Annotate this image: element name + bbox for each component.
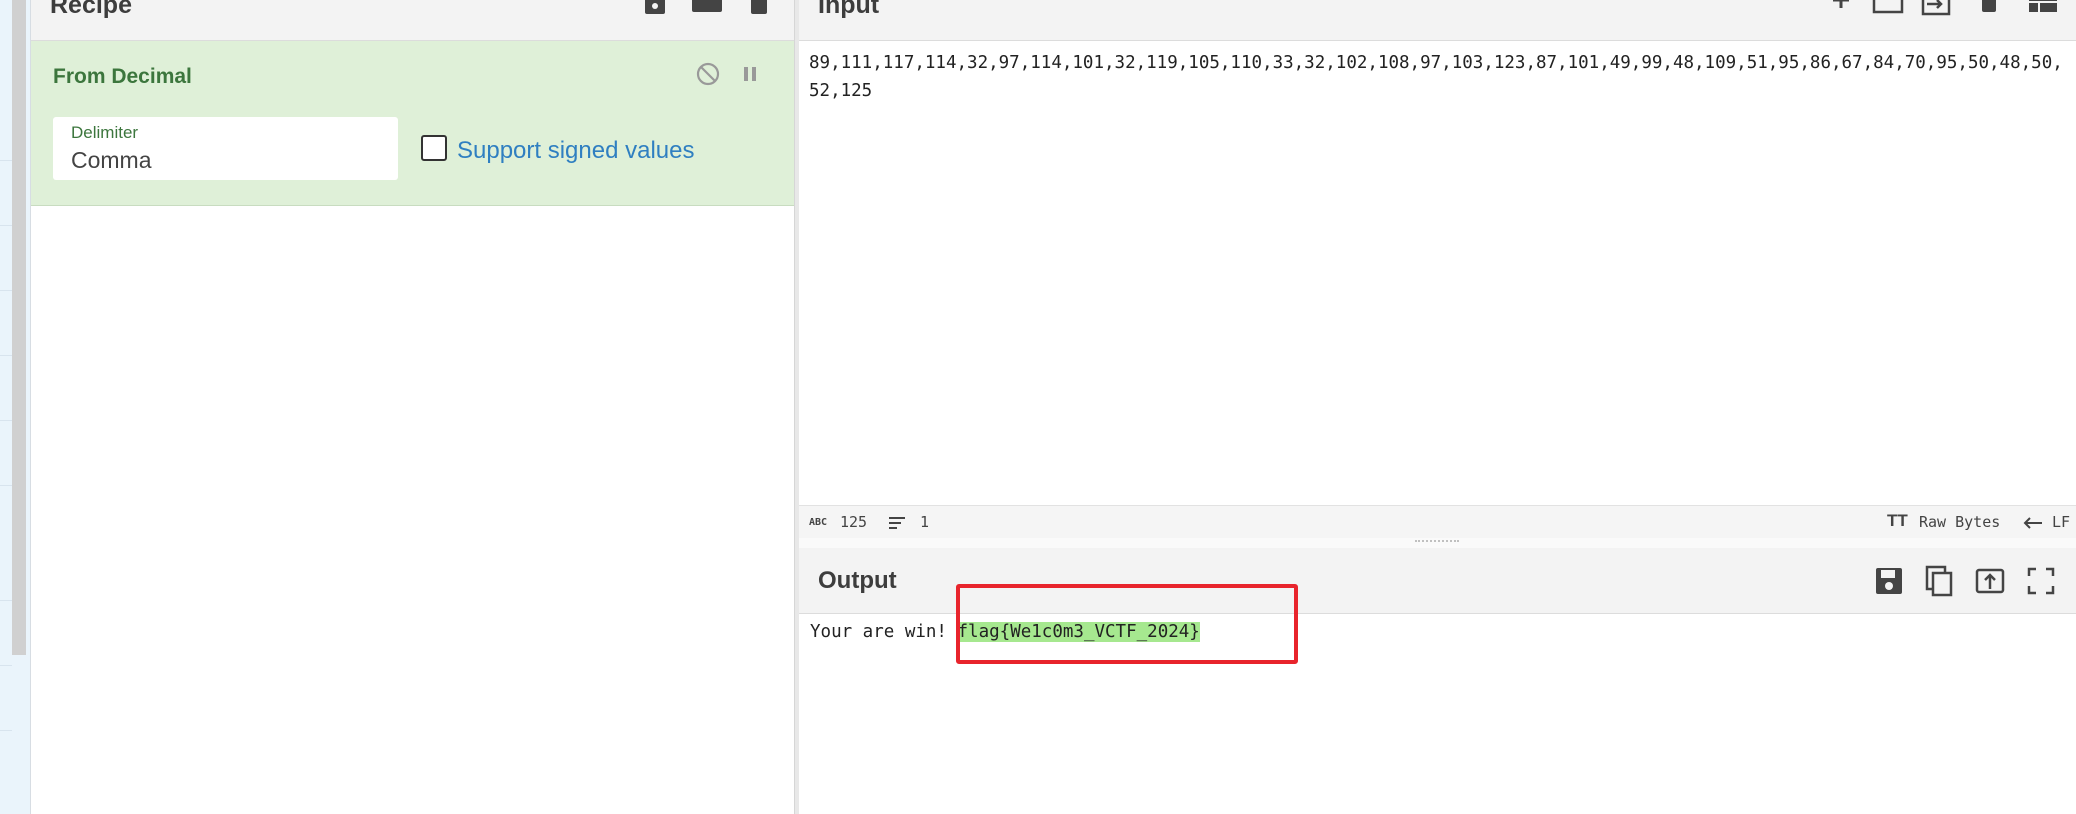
disable-icon[interactable] (695, 61, 721, 87)
delimiter-field[interactable]: Delimiter Comma (53, 117, 398, 180)
signed-values-checkbox[interactable] (421, 135, 447, 161)
delete-input-icon[interactable] (1979, 0, 1999, 18)
add-tab-icon[interactable] (1825, 0, 1857, 18)
pane-splitter[interactable] (799, 538, 2076, 548)
char-count: 125 (840, 513, 868, 531)
operation-title: From Decimal (53, 65, 192, 88)
open-file-icon[interactable] (1921, 0, 1953, 18)
save-recipe-icon[interactable] (643, 0, 667, 16)
lines-icon (889, 517, 905, 529)
pause-icon[interactable] (737, 61, 763, 87)
divider (0, 665, 12, 666)
recipe-title: Recipe (50, 0, 132, 19)
encoding-value[interactable]: Raw Bytes (1919, 513, 2000, 531)
replace-input-icon[interactable] (1974, 565, 2006, 597)
divider (0, 290, 12, 291)
divider (0, 730, 12, 731)
divider (0, 600, 12, 601)
save-output-icon[interactable] (1873, 565, 1905, 597)
previous-panel-strip (0, 0, 31, 814)
divider (0, 420, 12, 421)
layout-icon[interactable] (2027, 0, 2059, 18)
signed-values-label[interactable]: Support signed values (457, 137, 695, 165)
output-title: Output (818, 567, 897, 594)
recipe-header: Recipe (31, 0, 794, 41)
annotation-highlight-box (956, 584, 1298, 664)
divider (0, 225, 12, 226)
input-textarea[interactable]: 89,111,117,114,32,97,114,101,32,119,105,… (809, 49, 2071, 105)
recipe-panel: Recipe From Decimal Delimiter Comma Supp… (31, 0, 795, 814)
eol-icon (2023, 517, 2042, 529)
maximize-icon[interactable] (2025, 565, 2057, 597)
line-count: 1 (920, 513, 930, 531)
input-panel: Input 89,111,117,114,32,97,114,101,32,11… (799, 0, 2076, 537)
clear-recipe-icon[interactable] (749, 0, 769, 16)
copy-output-icon[interactable] (1923, 565, 1955, 597)
text-encoding-icon: TT (1887, 511, 1908, 530)
output-prefix: Your are win! (810, 622, 958, 642)
input-header: Input (799, 0, 2076, 41)
divider (0, 355, 12, 356)
open-folder-icon[interactable] (1872, 0, 1904, 18)
delimiter-value: Comma (71, 147, 152, 173)
delimiter-label: Delimiter (71, 123, 139, 142)
divider (0, 160, 12, 161)
input-status-bar: ABC 125 1 TT Raw Bytes LF (799, 505, 2076, 539)
eol-value[interactable]: LF (2052, 513, 2070, 531)
operation-from-decimal[interactable]: From Decimal Delimiter Comma Support sig… (31, 41, 794, 206)
scrollbar[interactable] (12, 0, 26, 655)
chars-icon: ABC (809, 517, 828, 528)
load-recipe-icon[interactable] (691, 0, 723, 16)
divider (0, 485, 12, 486)
input-title: Input (818, 0, 880, 19)
splitter-grip[interactable] (1415, 540, 1459, 545)
